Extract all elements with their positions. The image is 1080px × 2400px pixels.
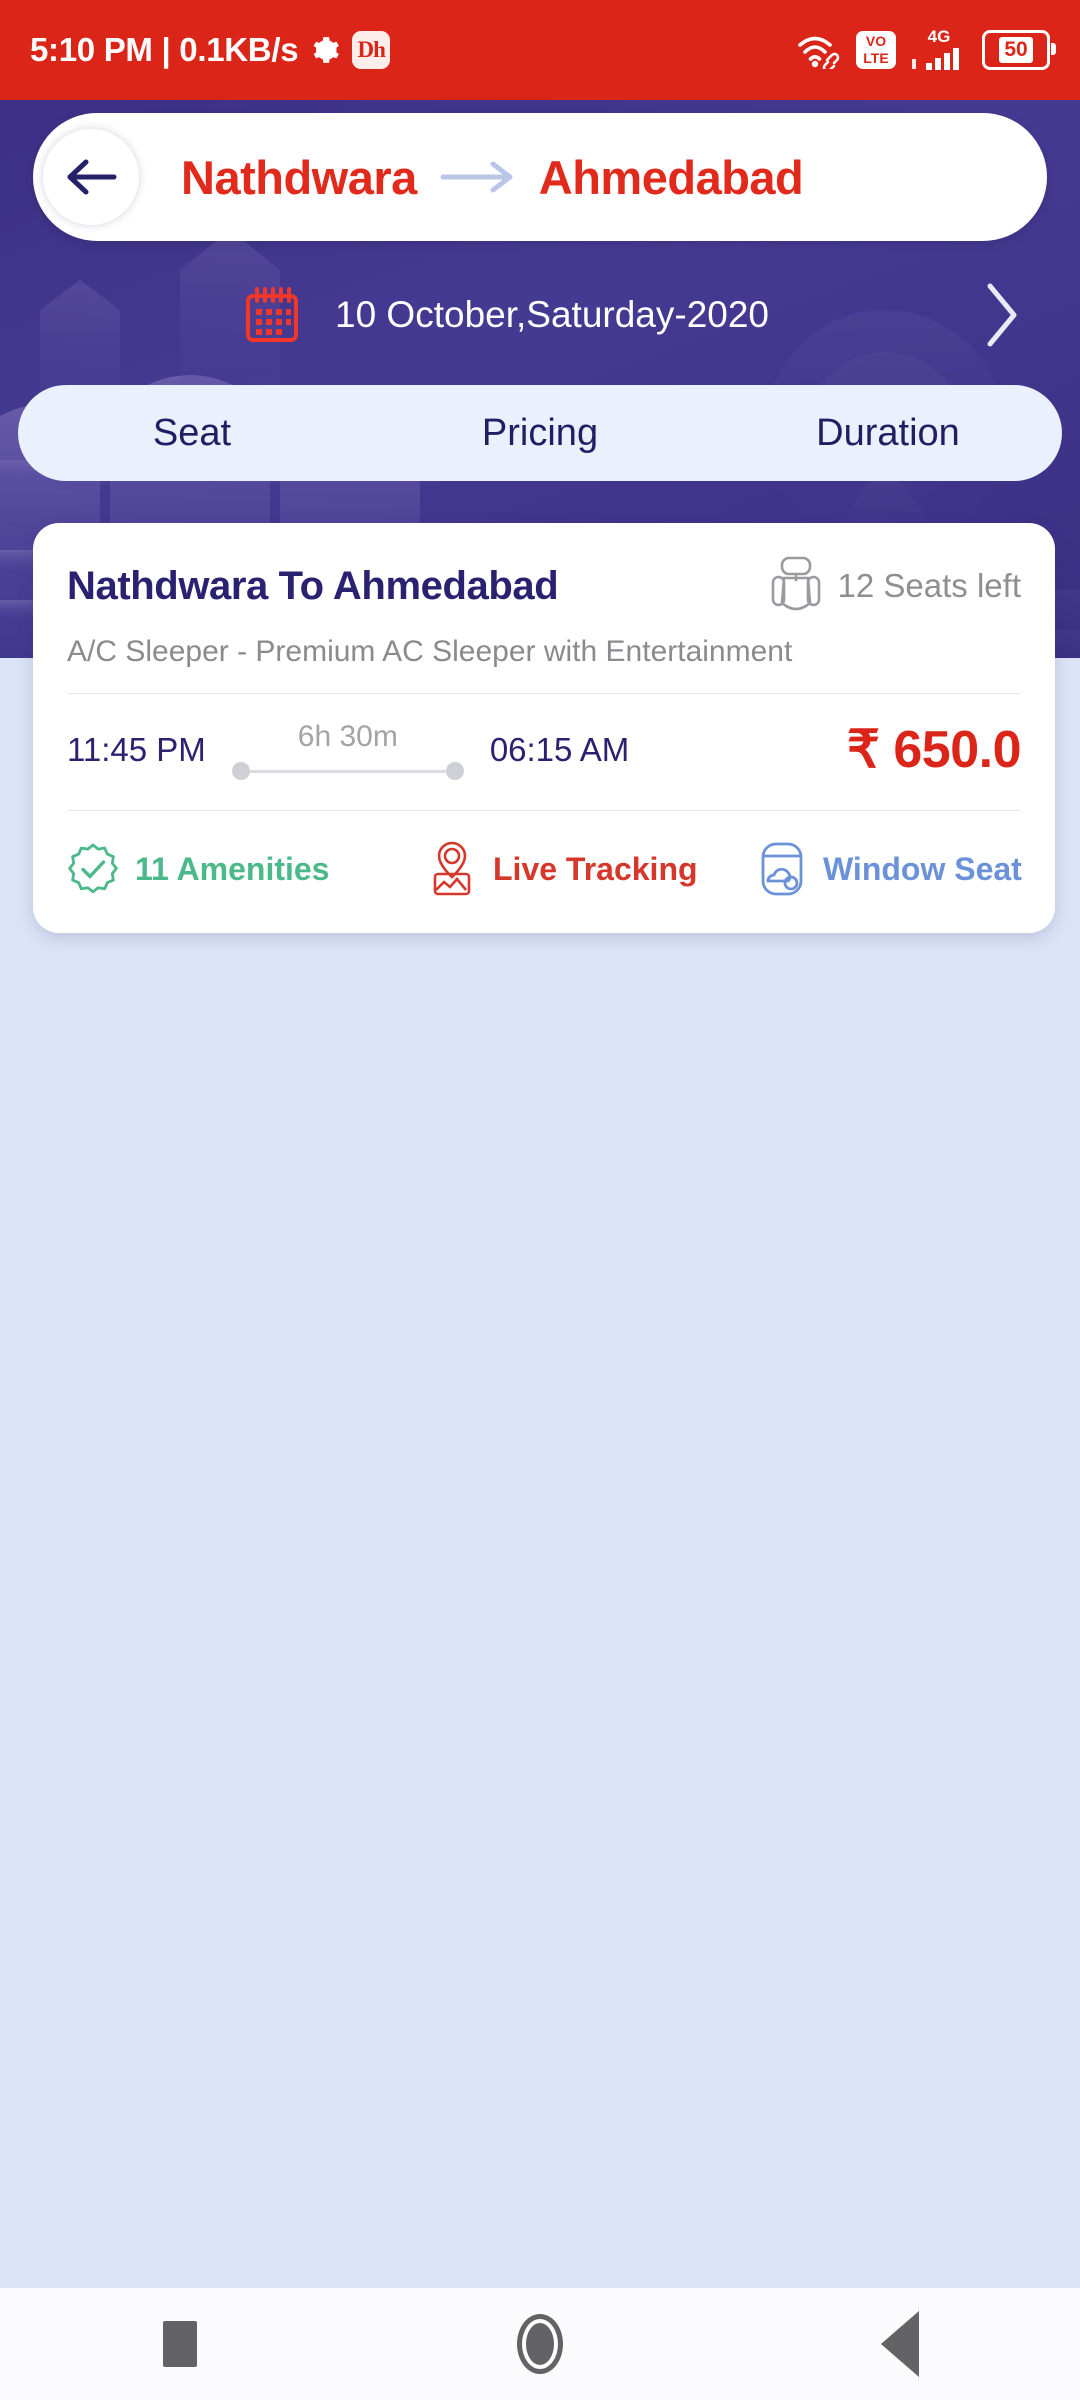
duration-label: 6h 30m bbox=[297, 720, 398, 753]
departure-time: 11:45 PM bbox=[67, 731, 206, 768]
wifi-icon bbox=[798, 36, 840, 69]
status-bar-left: 5:10 PM | 0.1KB/s Dh bbox=[30, 31, 391, 69]
bus-seat-icon bbox=[771, 556, 820, 611]
window-seat-label: Window Seat bbox=[823, 850, 1022, 887]
home-circle-inner bbox=[526, 2323, 554, 2365]
journey-duration: 6h 30m bbox=[231, 720, 464, 780]
seats-availability: 12 Seats left bbox=[770, 555, 1021, 617]
ticket-price: ₹ 650.0 bbox=[846, 721, 1022, 779]
back-nav-button[interactable] bbox=[825, 2288, 975, 2400]
network-indicator: 4G bbox=[910, 27, 968, 71]
android-navigation-bar bbox=[0, 2288, 1080, 2400]
origin-city: Nathdwara bbox=[181, 150, 417, 204]
arrival-time: 06:15 AM bbox=[489, 731, 630, 768]
date-selector-bar: 10 October,Saturday-2020 bbox=[0, 265, 1080, 365]
route-summary: Nathdwara Ahmedabad bbox=[181, 150, 804, 205]
operator-name: Nathdwara To Ahmedabad bbox=[67, 563, 559, 608]
live-tracking-chip[interactable]: Live Tracking bbox=[427, 841, 757, 897]
destination-city: Ahmedabad bbox=[538, 150, 804, 204]
card-title-row: Nathdwara To Ahmedabad 12 Seats left bbox=[67, 555, 1021, 617]
signal-bars-icon bbox=[912, 48, 959, 70]
route-header-bar: Nathdwara Ahmedabad bbox=[33, 113, 1047, 241]
live-tracking-label: Live Tracking bbox=[493, 850, 698, 887]
bus-result-card[interactable]: Nathdwara To Ahmedabad 12 Seats left A/C… bbox=[33, 523, 1055, 933]
tab-seat-label: Seat bbox=[152, 411, 232, 454]
duration-line bbox=[249, 769, 446, 773]
status-bar: 5:10 PM | 0.1KB/s Dh VO LTE 4G 50 bbox=[0, 0, 1080, 100]
recents-square-icon bbox=[163, 2321, 197, 2367]
arrow-right-icon bbox=[440, 161, 513, 193]
amenities-chip[interactable]: 11 Amenities bbox=[67, 843, 427, 895]
tab-pricing[interactable]: Pricing bbox=[366, 412, 714, 455]
battery-icon: 50 bbox=[982, 30, 1056, 70]
volte-line-1: VO bbox=[865, 33, 887, 49]
arrival-dot-icon bbox=[445, 762, 464, 780]
card-header: Nathdwara To Ahmedabad 12 Seats left A/C… bbox=[33, 523, 1055, 669]
duration-connector bbox=[231, 762, 464, 780]
battery-level-label: 50 bbox=[999, 37, 1033, 63]
badge-check-icon bbox=[68, 843, 118, 894]
app-icon-label: Dh bbox=[357, 37, 386, 62]
chevron-right-icon[interactable] bbox=[982, 282, 1022, 348]
volte-line-2: LTE bbox=[863, 50, 889, 66]
calendar-icon[interactable] bbox=[245, 287, 299, 343]
network-type-label: 4G bbox=[927, 27, 951, 46]
window-icon bbox=[761, 842, 803, 896]
phone-screen: 5:10 PM | 0.1KB/s Dh VO LTE 4G 50 Nathdw… bbox=[0, 0, 1080, 2400]
recents-button[interactable] bbox=[105, 2288, 255, 2400]
tab-duration-label: Duration bbox=[816, 411, 960, 454]
volte-badge-icon: VO LTE bbox=[856, 31, 896, 69]
back-arrow-icon bbox=[67, 159, 117, 195]
status-bar-right: VO LTE 4G 50 bbox=[796, 27, 1056, 71]
departure-dot-icon bbox=[231, 762, 250, 780]
window-seat-chip[interactable]: Window Seat bbox=[757, 841, 1022, 897]
tab-pricing-label: Pricing bbox=[481, 411, 599, 454]
schedule-row: 11:45 PM 6h 30m 06:15 AM ₹ 650.0 bbox=[33, 694, 1055, 810]
bus-type-label: A/C Sleeper - Premium AC Sleeper with En… bbox=[67, 635, 793, 668]
sort-tab-bar: Seat Pricing Duration bbox=[18, 385, 1062, 481]
card-features-row: 11 Amenities Live Tracking Window Seat bbox=[33, 811, 1055, 933]
home-button[interactable] bbox=[465, 2288, 615, 2400]
status-clock: 5:10 PM | 0.1KB/s bbox=[30, 31, 299, 68]
back-button[interactable] bbox=[43, 129, 139, 225]
back-triangle-icon bbox=[881, 2311, 919, 2377]
map-pin-icon bbox=[433, 841, 471, 896]
amenities-label: 11 Amenities bbox=[135, 850, 330, 887]
home-circle-icon bbox=[517, 2314, 563, 2374]
selected-date-label[interactable]: 10 October,Saturday-2020 bbox=[335, 294, 769, 336]
tab-duration[interactable]: Duration bbox=[714, 412, 1062, 455]
gear-icon bbox=[313, 37, 340, 63]
app-notification-icon: Dh bbox=[352, 31, 391, 69]
seats-left-label: 12 Seats left bbox=[837, 567, 1021, 604]
tab-seat[interactable]: Seat bbox=[18, 412, 366, 455]
